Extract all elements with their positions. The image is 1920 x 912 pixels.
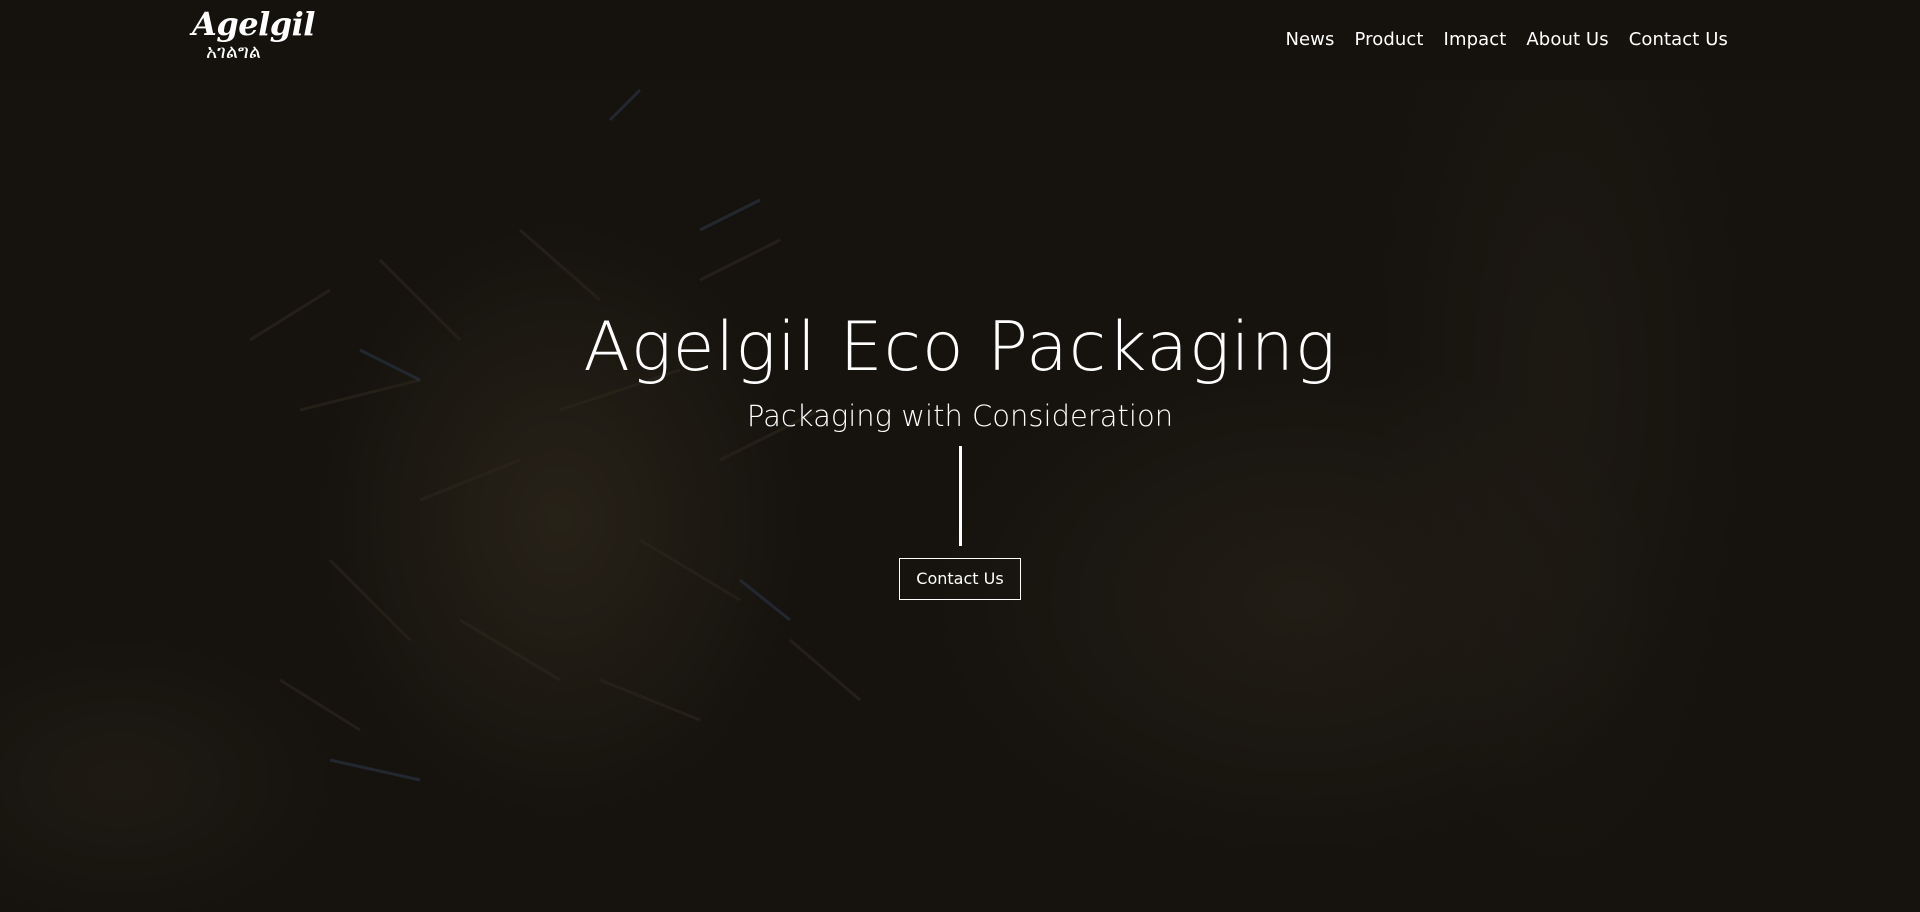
main-nav: News Product Impact About Us Contact Us (1285, 26, 1728, 54)
nav-about-us[interactable]: About Us (1526, 26, 1608, 54)
nav-product[interactable]: Product (1354, 26, 1423, 54)
hero-section: Agelgil Eco Packaging Packaging with Con… (0, 300, 1920, 600)
hero-subtitle: Packaging with Consideration (746, 399, 1174, 433)
hero-title: Agelgil Eco Packaging (583, 308, 1337, 387)
hero-divider (958, 446, 962, 546)
page: Agelgil አገልግል News Product Impact About … (0, 0, 1920, 912)
logo-text: Agelgil (192, 5, 315, 43)
nav-impact[interactable]: Impact (1444, 26, 1507, 54)
logo-subtext: አገልግል (206, 41, 261, 63)
site-header: Agelgil አገልግል News Product Impact About … (0, 0, 1920, 80)
nav-news[interactable]: News (1285, 26, 1334, 54)
contact-us-button[interactable]: Contact Us (899, 558, 1021, 600)
logo[interactable]: Agelgil አገልግል (192, 5, 315, 72)
nav-contact-us[interactable]: Contact Us (1629, 26, 1728, 54)
